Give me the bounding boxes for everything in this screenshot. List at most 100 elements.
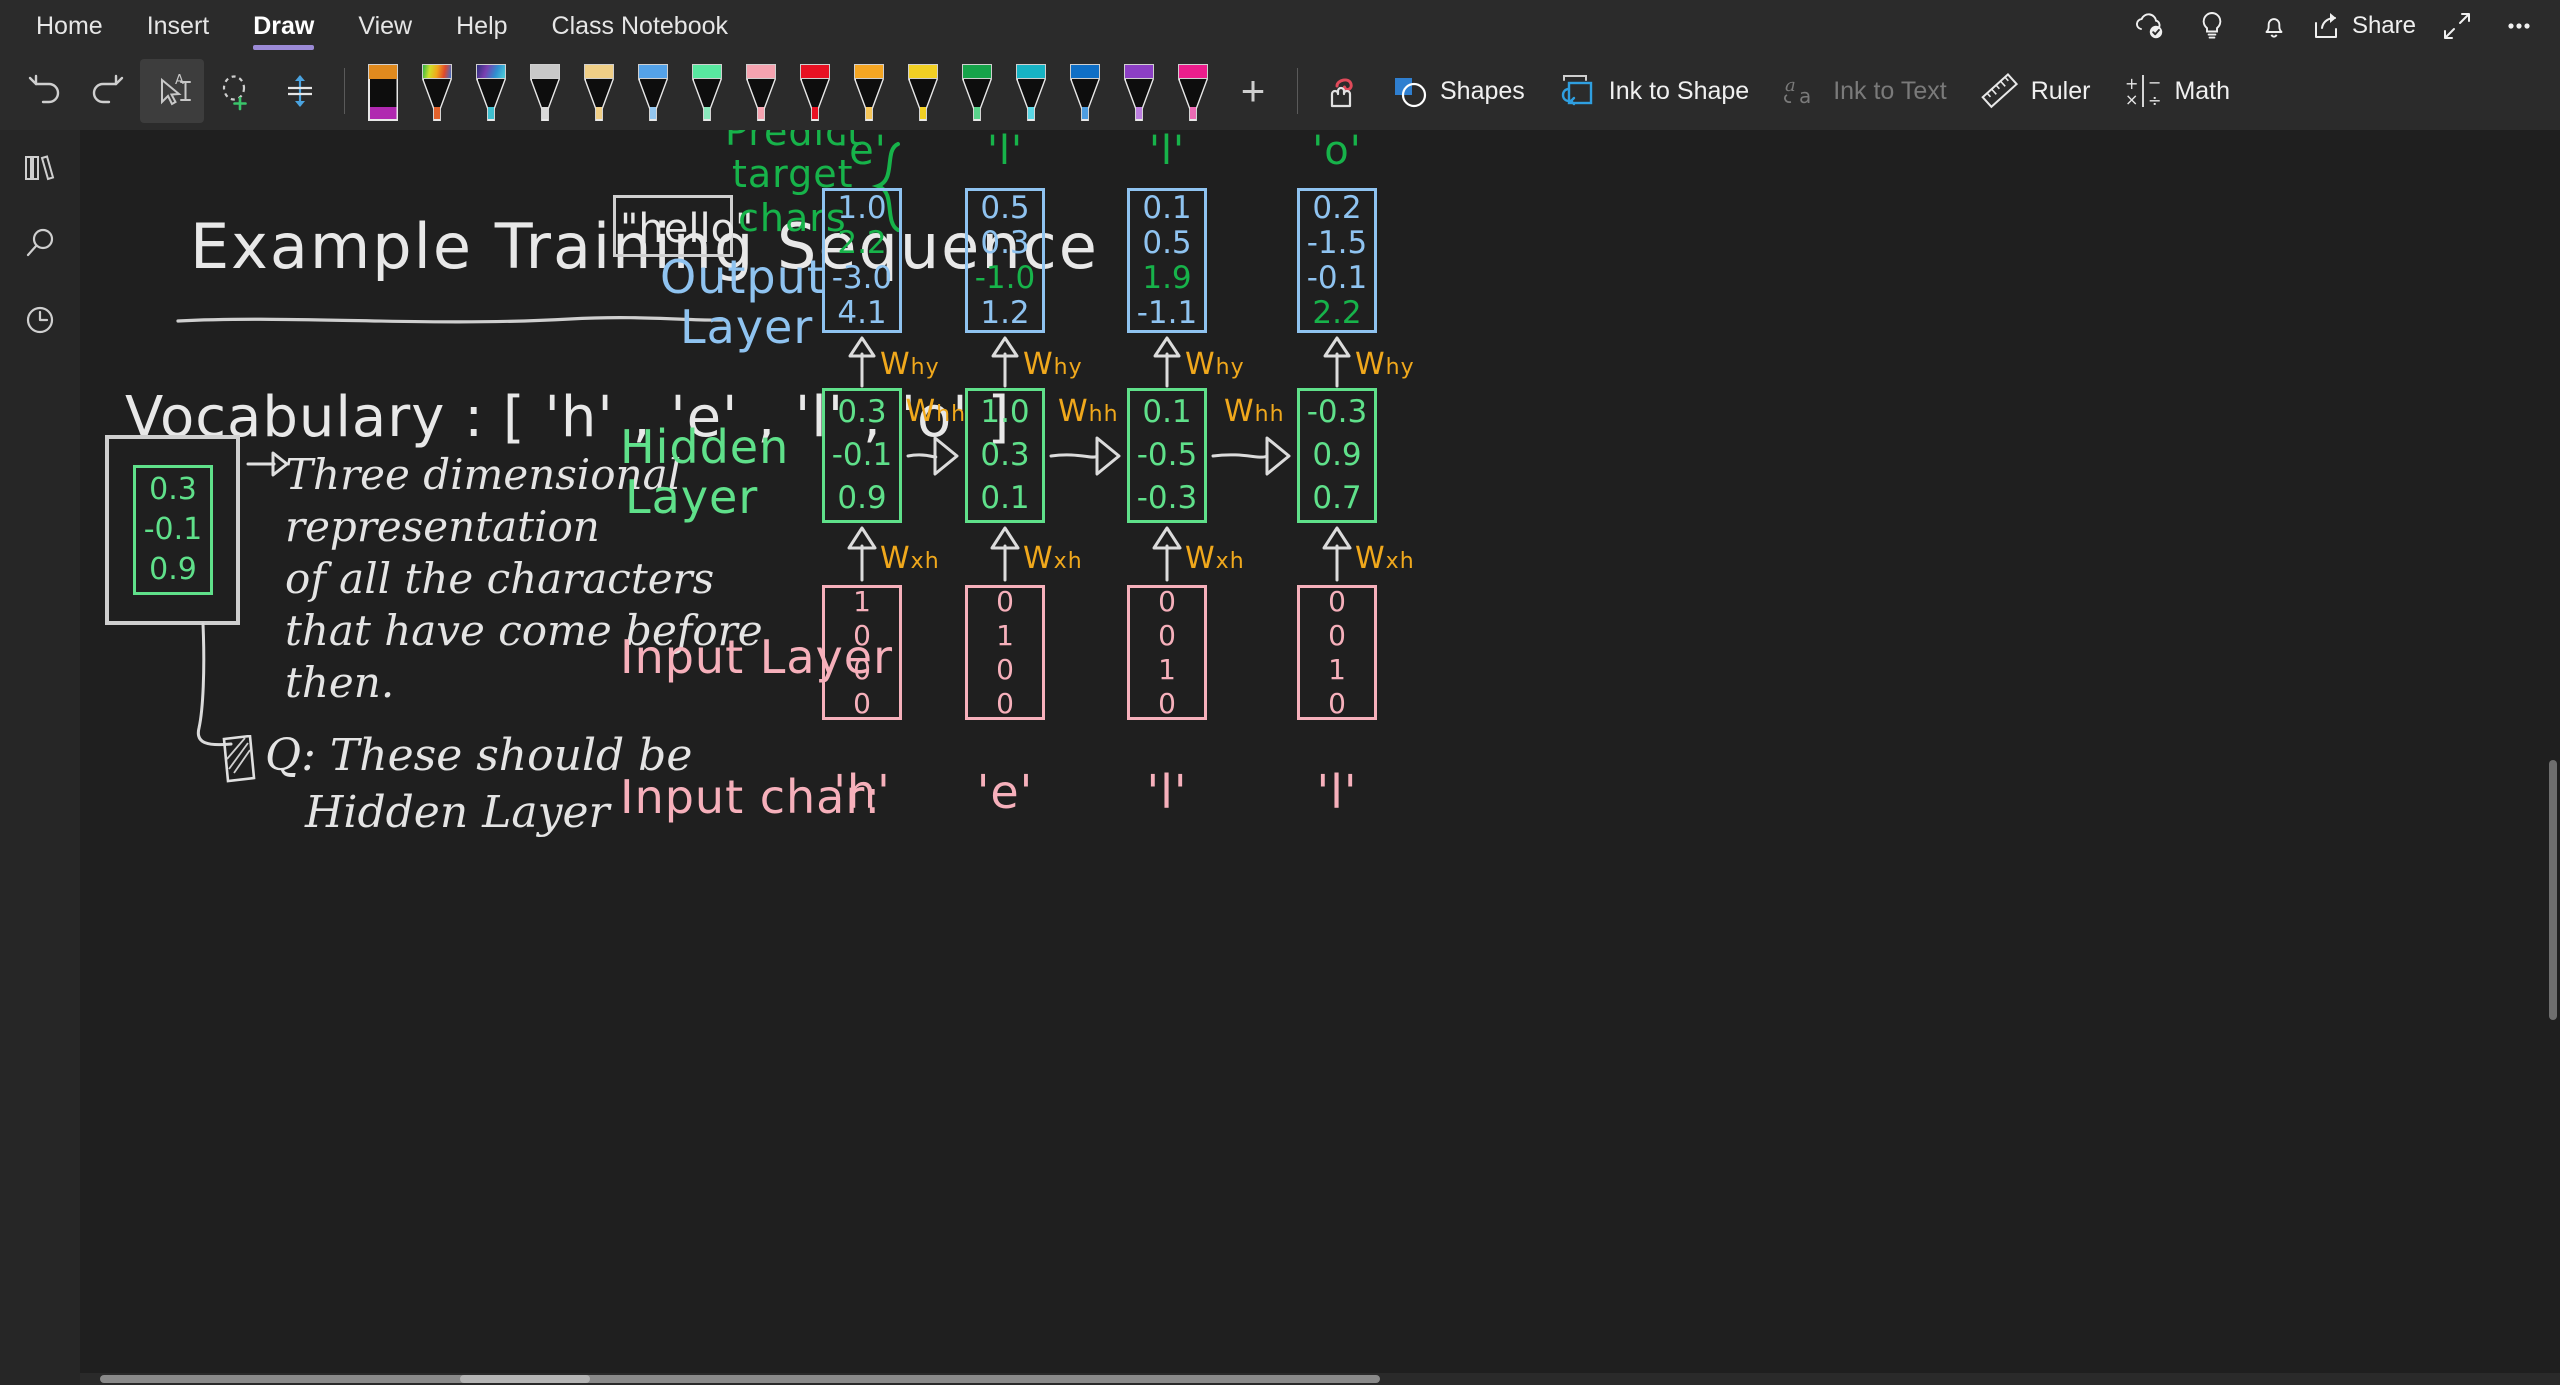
svg-text:a: a	[1799, 84, 1811, 108]
pen-tip	[1016, 79, 1046, 121]
w-xh-label: Wxh	[1023, 541, 1083, 576]
select-tool[interactable]: A	[140, 59, 204, 123]
pen-yellow[interactable]	[897, 59, 949, 123]
title-underline	[176, 316, 724, 324]
output-value: 1.9	[1142, 259, 1192, 296]
target-char: 'e'	[837, 130, 887, 174]
w-xh-arrow	[1152, 526, 1182, 582]
hidden-value: 0.3	[980, 437, 1030, 473]
input-value: 0	[853, 686, 871, 720]
search-icon[interactable]	[0, 206, 80, 282]
pen-cap	[1070, 64, 1100, 79]
pen-violet[interactable]	[1113, 59, 1165, 123]
input-value: 0	[853, 618, 871, 652]
input-value: 1	[996, 618, 1014, 652]
hidden-layer-label: Hidden	[620, 420, 790, 474]
tab-draw[interactable]: Draw	[231, 0, 336, 52]
ink-to-shape-icon	[1561, 75, 1592, 106]
pen-cap	[584, 64, 614, 79]
math-button[interactable]: + × − ÷ Math	[2106, 59, 2246, 123]
tab-class-notebook[interactable]: Class Notebook	[530, 0, 750, 52]
svg-text:×: ×	[2125, 90, 2138, 109]
redo-button[interactable]	[76, 59, 140, 123]
ink-to-text-button: a a Ink to Text	[1765, 59, 1963, 123]
expand-icon[interactable]	[2426, 0, 2488, 52]
w-xh-arrow	[990, 526, 1020, 582]
horizontal-scrollbar-thumb-active[interactable]	[460, 1375, 590, 1383]
output-values: 0.2 -1.5 -0.1 2.2	[1297, 188, 1377, 333]
pen-tip	[1124, 79, 1154, 121]
w-hh-symbol: W	[1224, 394, 1255, 429]
pen-galaxy[interactable]	[465, 59, 517, 123]
pen-green[interactable]	[951, 59, 1003, 123]
pen-magenta[interactable]	[1167, 59, 1219, 123]
left-note-question: Hidden Layer	[305, 787, 610, 838]
vertical-scrollbar[interactable]	[2548, 140, 2558, 1380]
titlebar-actions: Share	[2119, 0, 2550, 52]
notebooks-icon[interactable]	[0, 130, 80, 206]
pen-rainbow[interactable]	[411, 59, 463, 123]
vertical-scrollbar-thumb[interactable]	[2549, 760, 2557, 1020]
pen-palette	[357, 59, 1221, 123]
lasso-select-tool[interactable]	[204, 59, 268, 123]
w-hh-label: Whh	[1058, 394, 1119, 429]
more-options-icon[interactable]	[2488, 0, 2550, 52]
left-note-vector: 0.3 -0.1 0.9	[133, 465, 213, 595]
pen-blue[interactable]	[1059, 59, 1111, 123]
horizontal-scrollbar-thumb[interactable]	[100, 1375, 1380, 1383]
highlighter-purple[interactable]	[357, 59, 409, 123]
pen-teal[interactable]	[1005, 59, 1057, 123]
hidden-value: -0.5	[1136, 437, 1198, 473]
cloud-sync-icon[interactable]	[2119, 0, 2181, 52]
pen-mint[interactable]	[681, 59, 733, 123]
ink-replay-tool[interactable]	[1310, 59, 1374, 123]
pen-silver[interactable]	[519, 59, 571, 123]
pen-cap	[908, 64, 938, 79]
share-button[interactable]: Share	[2305, 0, 2426, 52]
pen-gold[interactable]	[573, 59, 625, 123]
ink-to-text-label: Ink to Text	[1833, 76, 1947, 105]
pen-red[interactable]	[789, 59, 841, 123]
hidden-value: -0.3	[1306, 394, 1368, 430]
lightbulb-icon[interactable]	[2181, 0, 2243, 52]
w-hh-arrow	[1049, 436, 1121, 475]
note-canvas[interactable]: Example Training Sequence "hello" Vocabu…	[80, 130, 2560, 1385]
tab-home[interactable]: Home	[14, 0, 125, 52]
output-layer-label: Layer	[680, 300, 814, 354]
hidden-value: 0.1	[1142, 394, 1192, 430]
w-hh-label: Whh	[1224, 394, 1285, 429]
bell-icon[interactable]	[2243, 0, 2305, 52]
pen-tip	[908, 79, 938, 121]
pen-tip	[962, 79, 992, 121]
horizontal-scrollbar[interactable]	[80, 1373, 2560, 1385]
pen-orange[interactable]	[843, 59, 895, 123]
pen-cap	[1016, 64, 1046, 79]
shapes-button[interactable]: Shapes	[1374, 59, 1541, 123]
ink-to-shape-button[interactable]: Ink to Shape	[1541, 59, 1765, 123]
tab-help[interactable]: Help	[434, 0, 529, 52]
input-value: 0	[1158, 686, 1176, 720]
pen-lightblue[interactable]	[627, 59, 679, 123]
hidden-value: -0.3	[1136, 480, 1198, 516]
tab-insert[interactable]: Insert	[125, 0, 232, 52]
hidden-layer-label: Layer	[625, 470, 759, 524]
hidden-value: -0.1	[831, 437, 893, 473]
insert-space-tool[interactable]	[268, 59, 332, 123]
hidden-values: 1.0 0.3 0.1	[965, 388, 1045, 523]
tab-view[interactable]: View	[336, 0, 434, 52]
input-value: 1	[1158, 652, 1176, 686]
output-value: -3.0	[831, 259, 893, 296]
pen-tip	[746, 79, 776, 121]
output-value: 1.0	[837, 189, 887, 226]
hidden-values: -0.3 0.9 0.7	[1297, 388, 1377, 523]
undo-button[interactable]	[12, 59, 76, 123]
pen-pink[interactable]	[735, 59, 787, 123]
ink-to-shape-label: Ink to Shape	[1608, 76, 1750, 105]
pen-tip	[584, 79, 614, 121]
w-xh-arrow	[1322, 526, 1352, 582]
w-xh-arrow	[847, 526, 877, 582]
recent-icon[interactable]	[0, 282, 80, 358]
input-value: 0	[853, 652, 871, 686]
add-pen-button[interactable]: +	[1221, 59, 1285, 123]
ruler-button[interactable]: Ruler	[1963, 59, 2107, 123]
